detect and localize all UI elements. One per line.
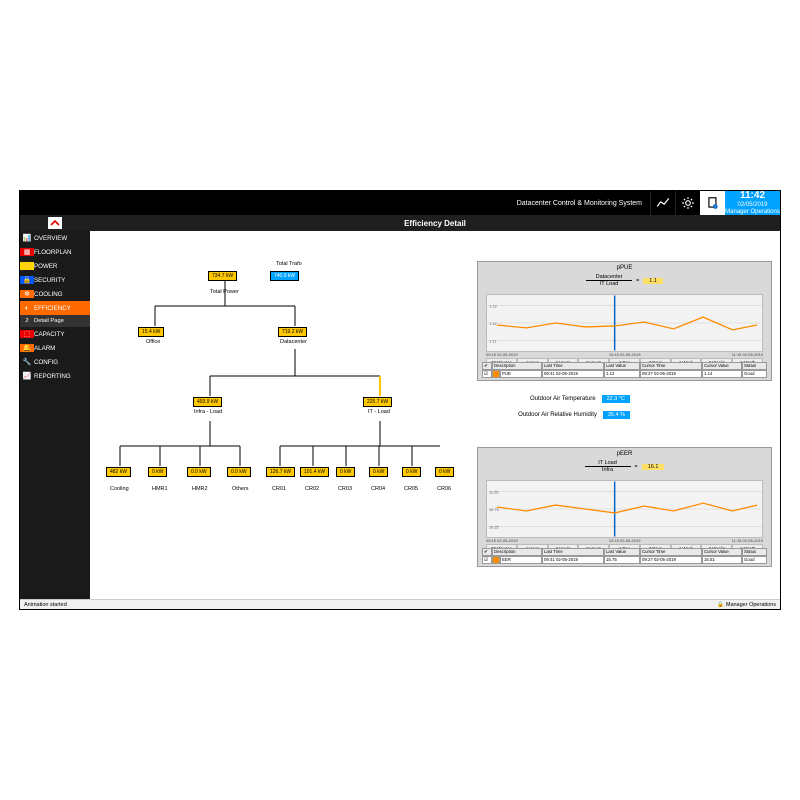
tree-leaf: 101.4 kW [300, 467, 329, 477]
sidebar-item-power[interactable]: ⚡POWER [20, 259, 90, 273]
ppue-chart[interactable]: 1.13 1.12 1.11 [486, 294, 763, 352]
sidebar-sub-detail[interactable]: 2Detail Page [20, 315, 90, 327]
tree-leaf: 482 kW [106, 467, 131, 477]
peer-value: 16.1 [642, 464, 665, 470]
tree-leaf-label: Cooling [110, 486, 129, 492]
sidebar-item-overview[interactable]: 📊OVERVIEW [20, 231, 90, 245]
tree-office: 15.4 kW [138, 327, 164, 337]
tree-leaf: 0 kW [402, 467, 421, 477]
tree-leaf-label: CR05 [404, 486, 418, 492]
tree-connectors [90, 231, 440, 601]
tree-leaf: 0.0 kW [187, 467, 211, 477]
tree-leaf-label: CR03 [338, 486, 352, 492]
tree-leaf-label: CR02 [305, 486, 319, 492]
sidebar-item-capacity[interactable]: ⬚CAPACITY [20, 327, 90, 341]
sidebar-item-floorplan[interactable]: ▦FLOORPLAN [20, 245, 90, 259]
lock-icon: 🔒 [717, 602, 724, 608]
collapse-icon[interactable] [48, 217, 62, 229]
peer-table: ✔DescriptionLast TimeLast ValueCursor Ti… [482, 548, 767, 564]
tree-leaf-label: HMR1 [152, 486, 168, 492]
orh-value: 35.4 % [603, 411, 630, 419]
tree-leaf-label: Others [232, 486, 249, 492]
svg-text:1.12: 1.12 [489, 321, 497, 326]
ppue-value: 1.1 [643, 278, 663, 284]
page-title: Efficiency Detail [90, 219, 780, 228]
orh-label: Outdoor Air Relative Humidity [518, 412, 597, 418]
sidebar-item-cooling[interactable]: ❄COOLING [20, 287, 90, 301]
app-title: Datacenter Control & Monitoring System [517, 191, 650, 215]
ppue-table: ✔DescriptionLast TimeLast ValueCursor Ti… [482, 362, 767, 378]
status-right: Manager Operations [726, 602, 776, 608]
gear-icon[interactable] [675, 191, 700, 215]
tree-it-label: IT - Load [368, 409, 390, 415]
status-bar: Animation started 🔒Manager Operations [20, 599, 780, 609]
tree-leaf-label: HMR2 [192, 486, 208, 492]
tree-leaf: 0.0 kW [227, 467, 251, 477]
svg-text:1.11: 1.11 [489, 339, 496, 344]
clock-date: 02/05/2019 [725, 202, 780, 209]
tree-leaf: 0 kW [336, 467, 355, 477]
tree-leaf-label: CR04 [371, 486, 385, 492]
report-icon[interactable]: i [700, 191, 725, 215]
tree-office-label: Office [146, 339, 160, 345]
tree-leaf-label: CR01 [272, 486, 286, 492]
tree-leaf: 126.7 kW [266, 467, 295, 477]
trend-icon[interactable] [650, 191, 675, 215]
sidebar-item-efficiency[interactable]: ◐EFFICIENCY [20, 301, 90, 315]
panel-ppue: pPUE DatacenterIT Load =1.1 1.131.121.11… [477, 261, 772, 381]
sidebar-item-reporting[interactable]: 📈REPORTING [20, 369, 90, 383]
main-canvas: Total Trafo 740.9 kW 734.7 kW Total Powe… [90, 231, 780, 599]
sidebar-item-security[interactable]: 🔒SECURITY [20, 273, 90, 287]
peer-chart[interactable]: 11.2510.7510.25 [486, 480, 763, 538]
clock-panel: 11:42 02/05/2019 Manager Operations [725, 191, 780, 215]
clock-role: Manager Operations [725, 209, 780, 216]
status-left: Animation started [24, 602, 67, 608]
tree-datacenter: 719.2 kW [278, 327, 307, 337]
sidebar: 📊OVERVIEW ▦FLOORPLAN ⚡POWER 🔒SECURITY ❄C… [20, 231, 90, 599]
ppue-title: pPUE [478, 265, 771, 271]
oat-label: Outdoor Air Temperature [530, 396, 596, 402]
tree-it: 225.7 kW [363, 397, 392, 407]
svg-text:1.13: 1.13 [489, 303, 497, 308]
svg-text:10.25: 10.25 [489, 525, 500, 530]
tree-leaf: 0 kW [369, 467, 388, 477]
tree-total-label: Total Power [210, 289, 239, 295]
peer-title: pEER [478, 451, 771, 457]
tree-leaf: 0 kW [148, 467, 167, 477]
clock-time: 11:42 [725, 190, 780, 202]
tree-leaf: 0 kW [435, 467, 454, 477]
sidebar-item-alarm[interactable]: 🔔ALARM [20, 341, 90, 355]
sidebar-item-config[interactable]: 🔧CONFIG [20, 355, 90, 369]
tree-total-trafo: 740.9 kW [270, 271, 299, 281]
tree-datacenter-label: Datacenter [280, 339, 307, 345]
tree-infra-label: Infra - Load [194, 409, 222, 415]
tree-total: 734.7 kW [208, 271, 237, 281]
panel-peer: pEER IT LoadInfra =16.1 11.2510.7510.25 … [477, 447, 772, 567]
tree-total-trafo-label: Total Trafo [276, 261, 302, 267]
oat-value: 22.3 °C [602, 395, 630, 403]
svg-text:11.25: 11.25 [489, 489, 499, 494]
tree-leaf-label: CR06 [437, 486, 451, 492]
tree-infra: 493.9 kW [193, 397, 222, 407]
